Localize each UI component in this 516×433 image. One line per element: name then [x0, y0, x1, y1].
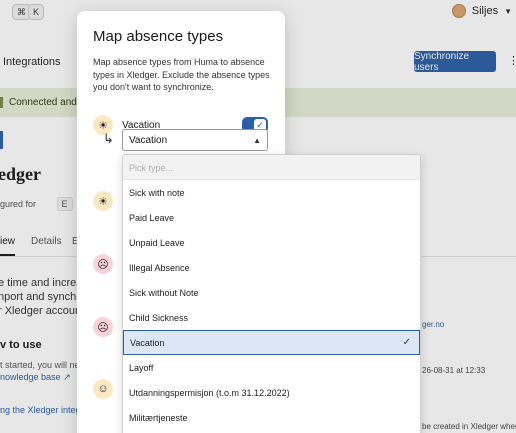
dropdown-option[interactable]: Unpaid Leave	[123, 230, 420, 255]
dropdown-option[interactable]: Layoff	[123, 355, 420, 380]
modal-description: Map absence types from Huma to absence t…	[93, 57, 270, 92]
select-value: Vacation	[129, 135, 168, 146]
absence-type-select[interactable]: Vacation ▲	[122, 129, 268, 151]
sun-icon: ☀	[93, 191, 113, 211]
dropdown-option[interactable]: Sick with note	[123, 180, 420, 205]
dropdown-option-selected[interactable]: Vacation ✓	[123, 330, 420, 355]
dropdown-option[interactable]: Militærtjeneste	[123, 405, 420, 430]
smile-face-icon: ☺	[93, 379, 113, 399]
chevron-up-icon: ▲	[253, 136, 261, 145]
pick-type-input[interactable]	[129, 160, 409, 175]
dropdown-option[interactable]: Sick without Note	[123, 280, 420, 305]
modal-title: Map absence types	[93, 28, 224, 45]
sick-face-icon: ☹	[93, 254, 113, 274]
option-label: Vacation	[130, 337, 165, 348]
type-search	[123, 155, 420, 180]
absence-type-dropdown: Sick with note Paid Leave Unpaid Leave I…	[122, 154, 421, 433]
dropdown-option[interactable]: Paid Leave	[123, 205, 420, 230]
dropdown-option[interactable]: Child Sickness	[123, 305, 420, 330]
mapping-arrow-icon: ↳	[103, 131, 114, 146]
check-icon: ✓	[402, 337, 411, 348]
dropdown-option[interactable]: Utdanningspermisjon (t.o.m 31.12.2022)	[123, 380, 420, 405]
sick-face-icon: ☹	[93, 317, 113, 337]
dropdown-option[interactable]: Illegal Absence	[123, 255, 420, 280]
